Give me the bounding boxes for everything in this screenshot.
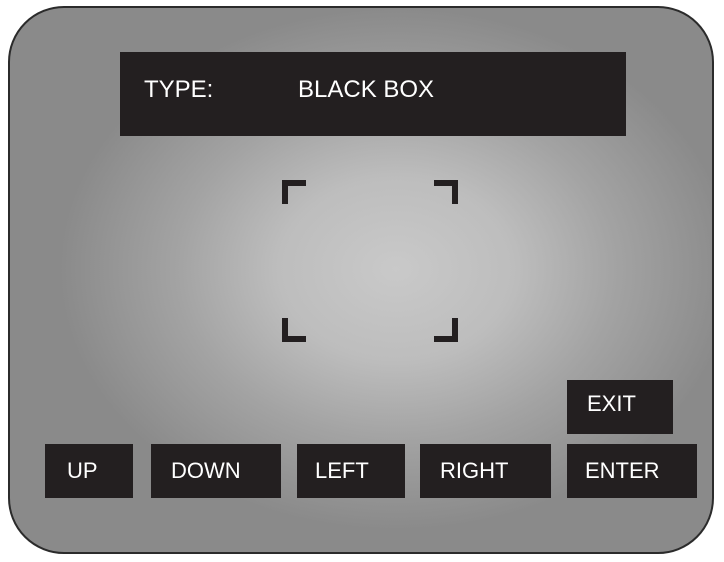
- type-value: BLACK BOX: [298, 76, 435, 103]
- exit-button[interactable]: EXIT: [567, 380, 673, 434]
- focus-corner-top-left: [282, 180, 306, 204]
- up-button[interactable]: UP: [45, 444, 133, 498]
- device-screen: TYPE: BLACK BOX EXIT UP DOWN LEFT RIGHT …: [8, 6, 714, 554]
- focus-corner-bottom-right: [434, 318, 458, 342]
- type-display: TYPE: BLACK BOX: [120, 52, 626, 136]
- type-label: TYPE:: [144, 76, 214, 103]
- focus-corner-top-right: [434, 180, 458, 204]
- right-button[interactable]: RIGHT: [420, 444, 551, 498]
- left-button[interactable]: LEFT: [297, 444, 405, 498]
- enter-button[interactable]: ENTER: [567, 444, 697, 498]
- down-button[interactable]: DOWN: [151, 444, 281, 498]
- focus-corner-bottom-left: [282, 318, 306, 342]
